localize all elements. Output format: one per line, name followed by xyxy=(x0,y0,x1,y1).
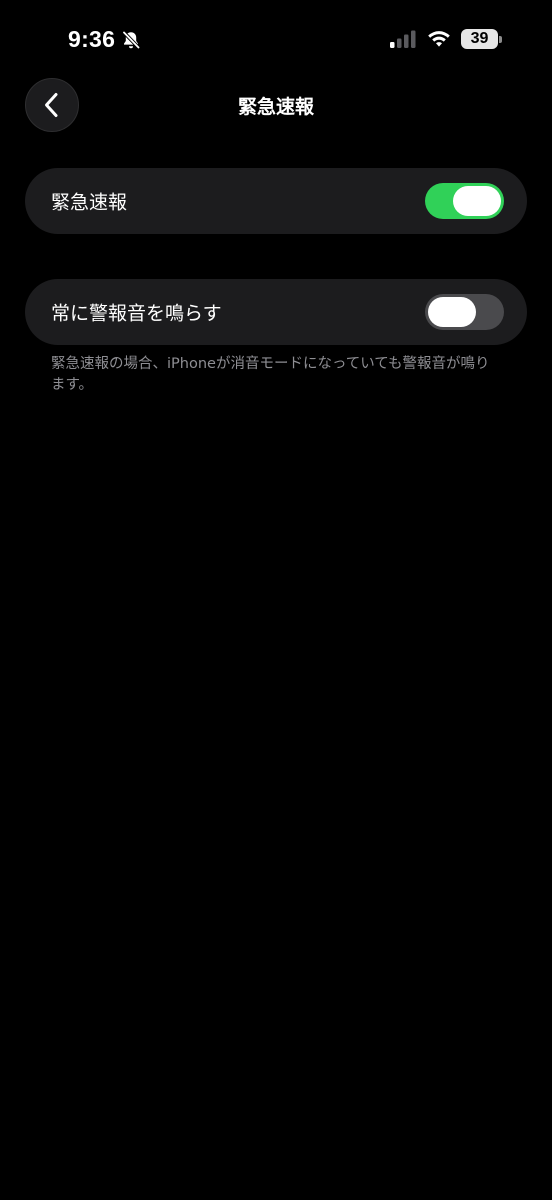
status-left: 9:36 xyxy=(68,26,141,53)
battery-cap xyxy=(499,35,502,43)
emergency-alerts-cell: 緊急速報 xyxy=(25,168,527,234)
status-bar: 9:36 39 xyxy=(0,0,552,80)
status-time: 9:36 xyxy=(68,26,116,52)
emergency-alerts-label: 緊急速報 xyxy=(51,191,128,214)
bell-slash-icon xyxy=(122,30,141,49)
always-play-sound-toggle[interactable] xyxy=(425,294,504,330)
always-play-sound-footnote: 緊急速報の場合、iPhoneが消音モードになっていても警報音が鳴ります。 xyxy=(51,356,490,393)
battery-body: 39 xyxy=(461,29,498,49)
wifi-icon xyxy=(428,31,450,47)
battery-level: 39 xyxy=(470,30,489,47)
toggle-knob xyxy=(453,186,501,216)
toggle-knob xyxy=(428,297,476,327)
always-play-sound-cell: 常に警報音を鳴らす xyxy=(25,279,527,345)
always-play-sound-label: 常に警報音を鳴らす xyxy=(51,302,222,325)
signal-icon xyxy=(390,30,416,48)
battery-indicator: 39 xyxy=(461,29,502,49)
page-title: 緊急速報 xyxy=(237,96,314,118)
status-right: 39 xyxy=(389,29,502,49)
emergency-alerts-toggle[interactable] xyxy=(425,183,504,219)
